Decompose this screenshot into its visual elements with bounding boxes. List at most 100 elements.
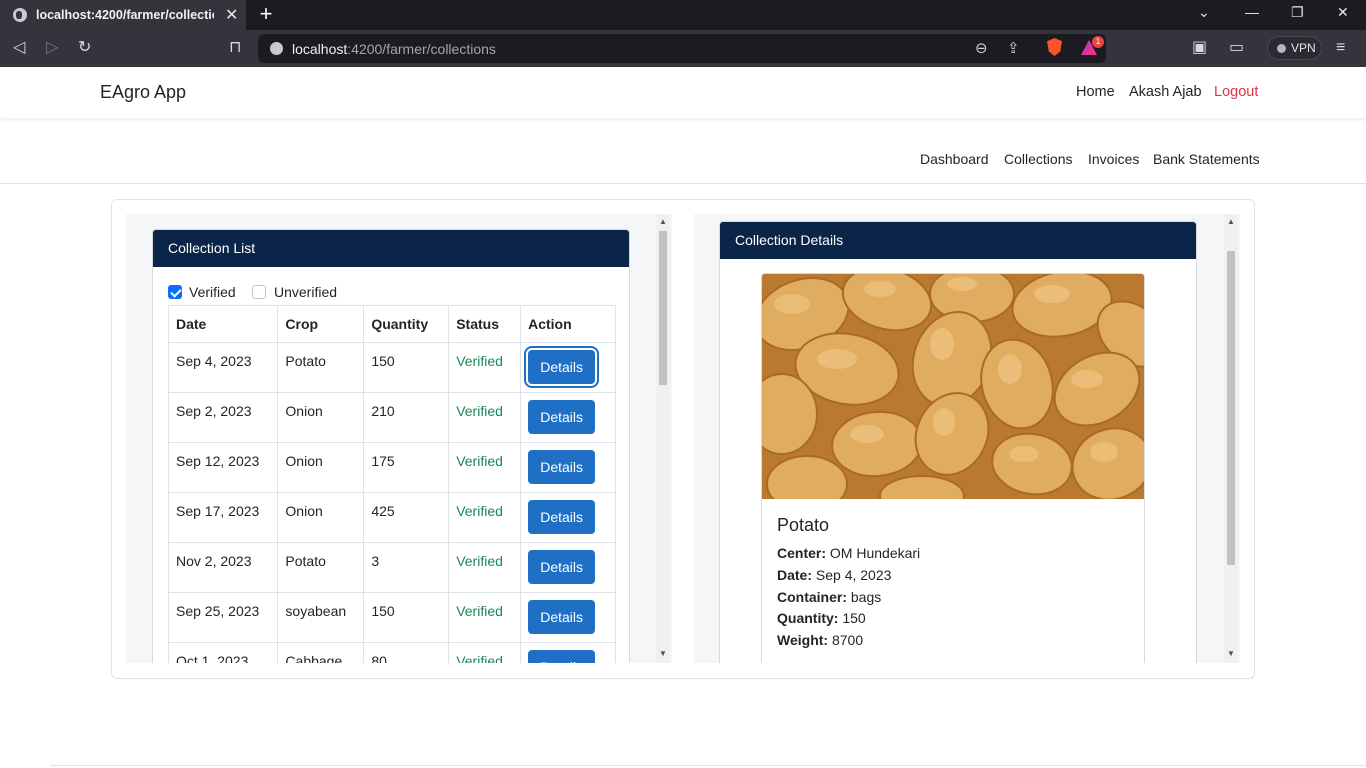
detail-center: Center: OM Hundekari	[777, 545, 921, 561]
app-navbar: EAgro App Home Akash Ajab Logout	[0, 67, 1366, 118]
crop-detail-card: Potato Center: OM Hundekari Date: Sep 4,…	[761, 273, 1145, 663]
table-header-row: Date Crop Quantity Status Action	[167, 305, 616, 343]
table-row: Sep 4, 2023 Potato 150 Verified Details	[167, 342, 616, 393]
details-button[interactable]: Details	[528, 650, 596, 663]
potato-image	[762, 274, 1144, 499]
scroll-up-icon[interactable]: ▲	[1227, 217, 1235, 226]
address-url[interactable]: localhost:4200/farmer/collections	[292, 41, 496, 57]
crop-title: Potato	[777, 515, 830, 535]
cell-action: Details	[520, 592, 616, 643]
cell-action: Details	[520, 392, 616, 443]
cell-action: Details	[520, 642, 616, 663]
back-icon[interactable]: ◁	[13, 38, 25, 58]
nav-user[interactable]: Akash Ajab	[1129, 84, 1202, 100]
detail-date: Date: Sep 4, 2023	[777, 567, 892, 583]
collection-table: Date Crop Quantity Status Action Sep 4, …	[167, 305, 616, 663]
table-row: Sep 2, 2023 Onion 210 Verified Details	[167, 392, 616, 443]
share-icon[interactable]: ⇪	[1007, 39, 1020, 57]
restore-icon[interactable]: ❐	[1291, 4, 1304, 21]
table-row: Nov 2, 2023 Potato 3 Verified Details	[167, 542, 616, 593]
table-row: Sep 17, 2023 Onion 425 Verified Details	[167, 492, 616, 543]
cell-date: Nov 2, 2023	[167, 542, 279, 593]
collections-container: Collection List Verified Unverified Date…	[111, 199, 1255, 679]
browser-tab-bar: localhost:4200/farmer/collections ✕ + ⌄ …	[0, 0, 1366, 30]
table-row: Sep 25, 2023 soyabean 150 Verified Detai…	[167, 592, 616, 643]
subnav-bank-statements[interactable]: Bank Statements	[1153, 151, 1260, 167]
details-button[interactable]: Details	[528, 550, 596, 584]
new-tab-button[interactable]: +	[256, 2, 276, 26]
cell-quantity: 150	[363, 592, 450, 643]
vpn-button[interactable]: VPN	[1267, 36, 1322, 60]
right-scrollbar[interactable]: ▲ ▼	[1224, 214, 1238, 663]
scroll-down-icon[interactable]: ▼	[1227, 649, 1235, 658]
details-button[interactable]: Details	[528, 600, 596, 634]
browser-tab[interactable]: localhost:4200/farmer/collections ✕	[0, 0, 246, 30]
cell-date: Sep 17, 2023	[167, 492, 279, 543]
collection-details-card: Collection Details Potato Center: OM Hun…	[719, 221, 1197, 663]
col-date: Date	[167, 305, 279, 343]
col-status: Status	[448, 305, 522, 343]
details-button[interactable]: Details	[528, 450, 596, 484]
collection-details-header: Collection Details	[720, 222, 1196, 259]
cell-crop: Onion	[277, 392, 365, 443]
nav-logout[interactable]: Logout	[1214, 84, 1258, 100]
cell-crop: Cabbage	[277, 642, 365, 663]
cell-date: Sep 4, 2023	[167, 342, 279, 393]
cell-date: Sep 12, 2023	[167, 442, 279, 493]
table-row: Sep 12, 2023 Onion 175 Verified Details	[167, 442, 616, 493]
verified-checkbox[interactable]	[168, 285, 182, 299]
unverified-label[interactable]: Unverified	[274, 284, 337, 300]
col-action: Action	[520, 305, 616, 343]
reload-icon[interactable]: ↻	[78, 38, 91, 58]
cell-status: Verified	[448, 642, 522, 663]
forward-icon[interactable]: ▷	[46, 38, 58, 58]
menu-icon[interactable]: ≡	[1336, 38, 1345, 58]
collection-list-pane[interactable]: Collection List Verified Unverified Date…	[126, 214, 672, 663]
scroll-down-icon[interactable]: ▼	[659, 649, 667, 658]
left-scrollbar[interactable]: ▲ ▼	[656, 214, 670, 663]
nav-home[interactable]: Home	[1076, 84, 1115, 100]
minimize-icon[interactable]: —	[1245, 4, 1259, 20]
address-bar[interactable]: localhost:4200/farmer/collections ⊖ ⇪ 1	[258, 34, 1106, 63]
detail-container: Container: bags	[777, 589, 882, 605]
bookmark-icon[interactable]: ⊓	[229, 38, 241, 58]
tab-list-chevron-icon[interactable]: ⌄	[1198, 4, 1210, 21]
cell-date: Sep 25, 2023	[167, 592, 279, 643]
scroll-up-icon[interactable]: ▲	[659, 217, 667, 226]
cell-status: Verified	[448, 542, 522, 593]
table-row: Oct 1, 2023 Cabbage 80 Verified Details	[167, 642, 616, 663]
col-quantity: Quantity	[363, 305, 450, 343]
cell-quantity: 175	[363, 442, 450, 493]
close-window-icon[interactable]: ✕	[1337, 4, 1349, 21]
zoom-out-icon[interactable]: ⊖	[975, 39, 988, 57]
subnav-collections[interactable]: Collections	[1004, 151, 1072, 167]
farmer-subnav: Dashboard Collections Invoices Bank Stat…	[0, 118, 1366, 184]
cell-crop: Potato	[277, 542, 365, 593]
details-button[interactable]: Details	[528, 400, 596, 434]
scroll-thumb[interactable]	[1227, 251, 1235, 565]
cell-status: Verified	[448, 442, 522, 493]
detail-weight: Weight: 8700	[777, 632, 864, 648]
brand-logo[interactable]: EAgro App	[100, 82, 186, 103]
unverified-checkbox[interactable]	[252, 285, 266, 299]
brave-shields-icon[interactable]	[1047, 38, 1062, 56]
details-button[interactable]: Details	[528, 500, 596, 534]
cell-quantity: 210	[363, 392, 450, 443]
cell-action: Details	[520, 442, 616, 493]
globe-icon	[13, 8, 27, 22]
subnav-dashboard[interactable]: Dashboard	[920, 151, 989, 167]
collection-list-header: Collection List	[153, 230, 629, 267]
scroll-thumb[interactable]	[659, 231, 667, 385]
cell-crop: Onion	[277, 492, 365, 543]
details-button[interactable]: Details	[528, 350, 596, 384]
subnav-invoices[interactable]: Invoices	[1088, 151, 1139, 167]
sidebar-icon[interactable]: ▣	[1192, 38, 1207, 58]
verified-label[interactable]: Verified	[189, 284, 236, 300]
collection-details-pane[interactable]: Collection Details Potato Center: OM Hun…	[694, 214, 1240, 663]
cell-crop: soyabean	[277, 592, 365, 643]
site-info-icon[interactable]	[270, 42, 283, 55]
cell-status: Verified	[448, 342, 522, 393]
wallet-icon[interactable]: ▭	[1229, 38, 1244, 58]
close-tab-icon[interactable]: ✕	[225, 5, 238, 25]
divider	[50, 765, 1366, 766]
